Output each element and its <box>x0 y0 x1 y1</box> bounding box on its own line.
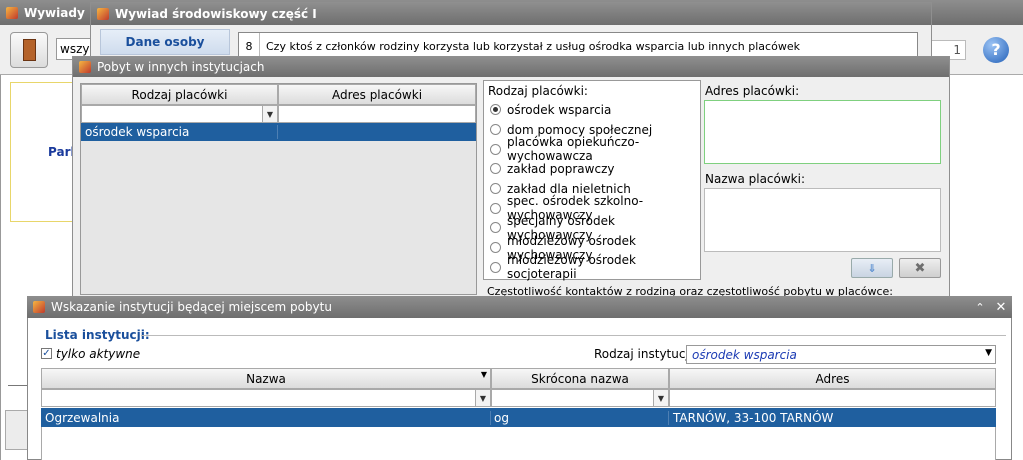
tab-dane-osoby[interactable]: Dane osoby <box>100 29 230 55</box>
institution-title: Wskazanie instytucji będącej miejscem po… <box>51 300 332 314</box>
institution-col-short[interactable]: Skrócona nazwa <box>491 368 669 389</box>
institution-titlebar: Wskazanie instytucji będącej miejscem po… <box>27 296 1012 318</box>
institution-row-address: TARNÓW, 33-100 TARNÓW <box>673 410 834 425</box>
facility-type-radio[interactable]: młodzieżowy ośrodek socjoterapii <box>490 253 700 281</box>
interview-app-icon <box>97 8 109 20</box>
name-label: Nazwa placówki: <box>705 172 805 186</box>
interview-titlebar: Wywiad środowiskowy część I <box>91 3 931 25</box>
institution-type-label: Rodzaj instytucji: <box>594 347 697 361</box>
institution-app-icon <box>33 301 45 313</box>
chevron-down-icon[interactable]: ▼ <box>262 106 277 122</box>
radio-icon[interactable] <box>490 183 501 195</box>
radio-icon[interactable] <box>490 202 501 214</box>
institution-col-address[interactable]: Adres <box>669 368 996 389</box>
institution-col-address-label: Adres <box>815 371 850 386</box>
main-side-text: Parl <box>48 145 75 159</box>
stay-col-type[interactable]: Rodzaj placówki <box>81 84 278 105</box>
address-field[interactable] <box>704 100 941 164</box>
close-window-button[interactable]: ✕ <box>990 300 1012 315</box>
checkmark-icon: ✓ <box>42 347 51 359</box>
institution-type-select[interactable]: ośrodek wsparcia ▼ <box>686 345 996 364</box>
door-icon <box>23 39 36 61</box>
stay-col-address-label: Adres placówki <box>331 87 423 102</box>
radio-icon[interactable] <box>490 261 501 273</box>
facility-type-radio[interactable]: placówka opiekuńczo-wychowawcza <box>490 135 700 163</box>
stay-app-icon <box>79 61 91 73</box>
stay-titlebar: Pobyt w innych instytucjach <box>73 57 949 77</box>
double-chevron-icon: ⇓ <box>867 261 877 275</box>
collapse-button[interactable]: ⌃ <box>970 301 990 314</box>
radio-icon[interactable] <box>490 163 501 175</box>
stay-title: Pobyt w innych instytucjach <box>97 60 265 74</box>
sort-desc-icon: ▼ <box>480 370 487 379</box>
interview-title: Wywiad środowiskowy część I <box>115 7 317 21</box>
institution-group-line <box>141 335 1006 336</box>
facility-type-radio[interactable]: ośrodek wsparcia <box>490 100 700 120</box>
app-icon <box>6 6 18 19</box>
institution-filter-name[interactable]: ▼ <box>41 389 491 407</box>
exit-door-button[interactable] <box>10 32 48 68</box>
institution-group-label: Lista instytucji: <box>45 328 150 342</box>
chevron-down-icon[interactable]: ▼ <box>475 390 490 406</box>
institution-col-short-label: Skrócona nazwa <box>531 371 629 386</box>
institution-row-name: Ogrzewalnia <box>41 410 491 425</box>
facility-type-option-label: ośrodek wsparcia <box>507 102 612 117</box>
pick-facility-button[interactable]: ⇓ <box>851 258 893 278</box>
stay-filter-address[interactable] <box>278 105 476 123</box>
institution-row-short: og <box>491 410 669 425</box>
chevron-down-icon: ▼ <box>985 348 992 358</box>
stay-col-type-label: Rodzaj placówki <box>131 87 228 102</box>
facility-type-label: Rodzaj placówki: <box>488 84 588 98</box>
stay-filter-type[interactable]: ▼ <box>81 105 278 123</box>
tab-dane-osoby-label: Dane osoby <box>125 35 205 49</box>
institution-col-name[interactable]: Nazwa ▼ <box>41 368 491 389</box>
main-title: Wywiady <box>24 5 85 20</box>
active-only-label: tylko aktywne <box>56 347 141 361</box>
institution-col-name-label: Nazwa <box>246 371 286 386</box>
table-row[interactable]: Ogrzewalnia og TARNÓW, 33-100 TARNÓW <box>41 408 996 427</box>
facility-type-list: ośrodek wsparcia dom pomocy społecznej pla… <box>490 100 700 281</box>
address-label: Adres placówki: <box>705 84 800 98</box>
main-bottom-button[interactable] <box>5 410 29 450</box>
name-field[interactable] <box>704 188 941 252</box>
close-icon: ✖ <box>914 260 926 276</box>
radio-icon[interactable] <box>490 242 501 254</box>
chevron-down-icon[interactable]: ▼ <box>653 390 668 406</box>
institution-filter-short[interactable]: ▼ <box>491 389 669 407</box>
stay-row-type: ośrodek wsparcia <box>81 125 278 139</box>
stay-col-address[interactable]: Adres placówki <box>278 84 476 105</box>
active-only-checkbox[interactable]: ✓ <box>41 348 52 359</box>
facility-type-option-label: placówka opiekuńczo-wychowawcza <box>507 135 640 164</box>
facility-type-option-label: zakład poprawczy <box>507 161 615 176</box>
facility-type-option-label: młodzieżowy ośrodek socjoterapii <box>507 253 636 282</box>
table-row[interactable]: ośrodek wsparcia <box>81 123 476 141</box>
clear-facility-button[interactable]: ✖ <box>899 258 941 278</box>
radio-icon[interactable] <box>490 104 501 116</box>
institution-type-value: ośrodek wsparcia <box>692 348 797 362</box>
question-text: Czy ktoś z członków rodziny korzysta lub… <box>266 39 800 53</box>
radio-icon[interactable] <box>490 143 501 155</box>
radio-icon[interactable] <box>490 222 501 234</box>
institution-grid-body <box>41 427 996 460</box>
help-icon: ? <box>991 40 1001 59</box>
radio-icon[interactable] <box>490 124 501 136</box>
institution-filter-address[interactable] <box>669 389 996 407</box>
help-button[interactable]: ? <box>983 37 1009 63</box>
